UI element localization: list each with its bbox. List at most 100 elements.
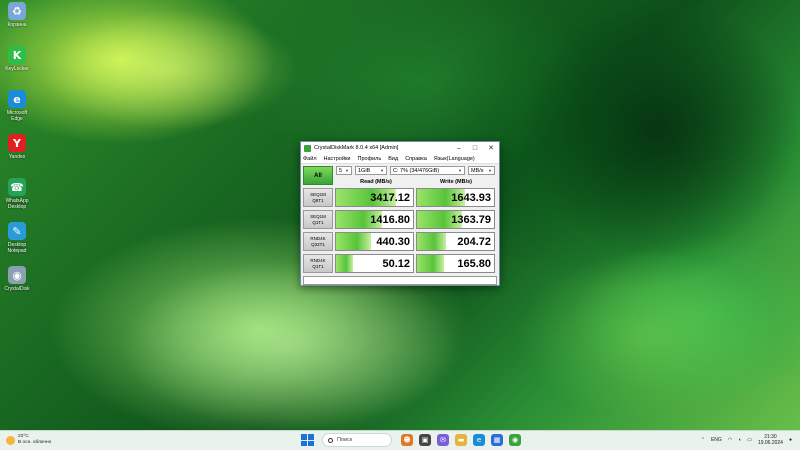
test-queue: Q1T1: [312, 219, 324, 225]
chevron-down-icon: ▼: [488, 168, 492, 173]
battery-icon[interactable]: ▭: [747, 437, 752, 443]
size-value: 1GiB: [358, 167, 371, 174]
menu-view[interactable]: Вид: [388, 156, 398, 162]
system-tray: ⌃ ENG ◠ ◖ ▭ 21:30 19.06.2024 ●: [695, 434, 792, 446]
test-button[interactable]: RND4K Q1T1: [303, 254, 333, 273]
minimize-button[interactable]: –: [451, 142, 467, 154]
cartoon-icon[interactable]: ☻: [401, 434, 413, 446]
chat-icon[interactable]: ✉: [437, 434, 449, 446]
all-button[interactable]: All: [303, 166, 333, 185]
app-icon: [304, 144, 311, 152]
wallpaper-swirl: [520, 0, 800, 260]
read-bar: [336, 233, 371, 250]
desktop-app-icon: ◉: [8, 266, 26, 284]
desktop-icon[interactable]: ◉ CrystalDisk: [2, 266, 32, 309]
desktop-icon-label: Yandex: [8, 154, 26, 160]
write-value: 204.72: [457, 235, 491, 248]
search-icon: [328, 437, 333, 443]
chevron-down-icon: ▼: [458, 168, 462, 173]
search-placeholder: Поиск: [337, 437, 353, 443]
window-titlebar[interactable]: CrystalDiskMark 8.0.4 x64 [Admin] – □ ✕: [301, 142, 499, 154]
benchmark-row: RND4K Q32T1 440.30 204.72: [303, 232, 497, 252]
column-headers: Read (MB/s) Write (MB/s): [336, 177, 497, 186]
desktop-app-icon: ☎: [8, 178, 26, 196]
test-button[interactable]: RND4K Q32T1: [303, 232, 333, 251]
notification-icon[interactable]: ●: [789, 437, 792, 443]
weather-desc: В осн. облачно: [18, 440, 52, 445]
date: 19.06.2024: [757, 440, 783, 446]
write-value: 165.80: [457, 257, 491, 270]
desktop-icon[interactable]: Y Yandex: [2, 134, 32, 177]
camera-icon[interactable]: ▣: [419, 434, 431, 446]
menu-bar: Файл Настройки Профиль Вид Справка Язык(…: [301, 154, 499, 164]
folder-icon[interactable]: ▬: [455, 434, 467, 446]
desktop-app-icon: K: [8, 46, 26, 64]
search-box[interactable]: Поиск: [322, 433, 392, 447]
read-header: Read (MB/s): [360, 178, 392, 185]
read-result: 50.12: [335, 254, 414, 273]
menu-profile[interactable]: Профиль: [358, 156, 382, 162]
wallpaper-swirl: [40, 10, 300, 130]
desktop-icon[interactable]: e Microsoft Edge: [2, 90, 32, 133]
unit-select[interactable]: MB/s ▼: [468, 166, 495, 175]
clock[interactable]: 21:30 19.06.2024: [758, 434, 783, 446]
drive-select[interactable]: C: 7% (34/476GiB) ▼: [390, 166, 465, 175]
write-value: 1643.93: [451, 191, 491, 204]
desktop-icon[interactable]: ♻ Корзина: [2, 2, 32, 45]
maximize-button[interactable]: □: [467, 142, 483, 154]
window-title: CrystalDiskMark 8.0.4 x64 [Admin]: [314, 145, 399, 151]
desktop-icon[interactable]: ☎ WhatsApp Desktop: [2, 178, 32, 221]
comment-field[interactable]: [303, 276, 497, 285]
start-button[interactable]: [300, 433, 314, 447]
read-value: 440.30: [376, 235, 410, 248]
read-value: 1416.80: [370, 213, 410, 226]
menu-settings[interactable]: Настройки: [324, 156, 351, 162]
read-result: 1416.80: [335, 210, 414, 229]
read-bar: [336, 255, 353, 272]
write-result: 1363.79: [416, 210, 495, 229]
desktop-icon[interactable]: K KeyLocker: [2, 46, 32, 89]
desktop-icon-label: Desktop Notepad: [7, 242, 27, 254]
weather-icon: [6, 435, 15, 445]
size-select[interactable]: 1GiB ▼: [355, 166, 387, 175]
volume-icon[interactable]: ◖: [738, 437, 741, 443]
weather-widget[interactable]: 23°C В осн. облачно: [6, 434, 51, 446]
taskbar-center: Поиск ☻ ▣ ✉ ▬ e ▦ ◉: [300, 433, 524, 447]
test-button[interactable]: SEQ1M Q1T1: [303, 210, 333, 229]
menu-help[interactable]: Справка: [405, 156, 427, 162]
write-bar: [417, 233, 447, 250]
close-button[interactable]: ✕: [483, 142, 499, 154]
unit-value: MB/s: [471, 167, 484, 174]
read-result: 440.30: [335, 232, 414, 251]
count-value: 5: [339, 167, 343, 174]
wallpaper-swirl: [520, 250, 780, 420]
desktop-icon-label: KeyLocker: [5, 66, 29, 72]
write-result: 204.72: [416, 232, 495, 251]
crystaldiskmark-window: CrystalDiskMark 8.0.4 x64 [Admin] – □ ✕ …: [300, 141, 500, 286]
chevron-up-icon[interactable]: ⌃: [701, 437, 705, 443]
store-icon[interactable]: ▦: [491, 434, 503, 446]
read-value: 50.12: [382, 257, 410, 270]
crystaldiskmark-icon[interactable]: ◉: [509, 434, 521, 446]
write-result: 1643.93: [416, 188, 495, 207]
test-queue: Q1T1: [312, 263, 324, 269]
menu-file[interactable]: Файл: [303, 156, 317, 162]
write-header: Write (MB/s): [440, 178, 472, 185]
benchmark-panel: All 5 ▼ 1GiB ▼ C: 7% (34/476GiB) ▼ MB/s ▼ Re…: [301, 164, 499, 287]
test-button[interactable]: SEQ1M Q8T1: [303, 188, 333, 207]
count-select[interactable]: 5 ▼: [336, 166, 352, 175]
benchmark-row: SEQ1M Q1T1 1416.80 1363.79: [303, 210, 497, 230]
menu-language[interactable]: Язык(Language): [434, 156, 475, 162]
language-indicator[interactable]: ENG: [711, 437, 722, 443]
wifi-icon[interactable]: ◠: [728, 437, 732, 443]
taskbar: 23°C В осн. облачно Поиск ☻ ▣ ✉ ▬ e ▦ ◉ ⌃ ENG …: [0, 430, 800, 450]
desktop-app-icon: e: [8, 90, 26, 108]
desktop-icon-label: CrystalDisk: [4, 286, 30, 292]
write-result: 165.80: [416, 254, 495, 273]
desktop-icon[interactable]: ✎ Desktop Notepad: [2, 222, 32, 265]
write-bar: [417, 255, 444, 272]
read-value: 3417.12: [370, 191, 410, 204]
edge-icon[interactable]: e: [473, 434, 485, 446]
write-value: 1363.79: [451, 213, 491, 226]
test-queue: Q32T1: [311, 241, 325, 247]
